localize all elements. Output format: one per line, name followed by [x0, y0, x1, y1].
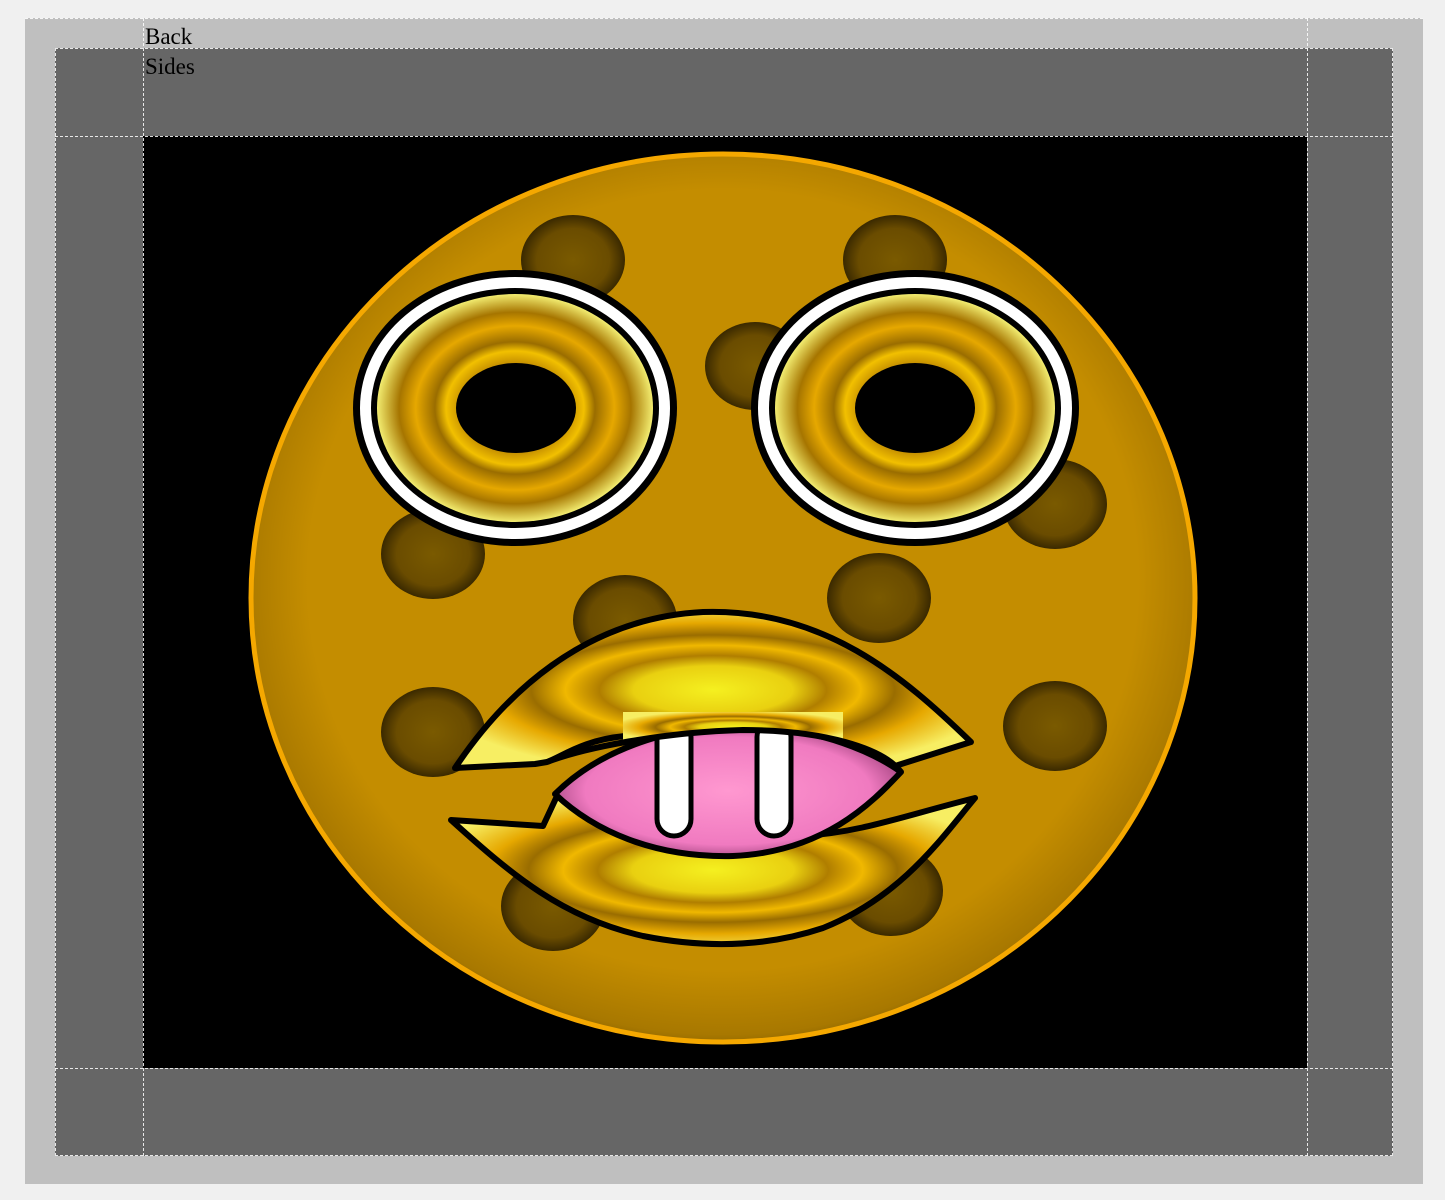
right-eye: [751, 270, 1079, 546]
sides-label: Sides: [145, 54, 195, 79]
tooth-icon: [754, 717, 794, 839]
left-eye: [353, 270, 677, 546]
panel-labels: Back Sides: [145, 22, 195, 82]
pupil: [855, 363, 975, 453]
back-label: Back: [145, 24, 193, 49]
face-artwork: [248, 151, 1198, 1045]
pupil: [456, 363, 576, 453]
artwork-panel[interactable]: [143, 136, 1307, 1068]
spot-icon: [1003, 681, 1107, 771]
print-layout-canvas: Back Sides: [0, 0, 1445, 1200]
spot-icon: [827, 553, 931, 643]
